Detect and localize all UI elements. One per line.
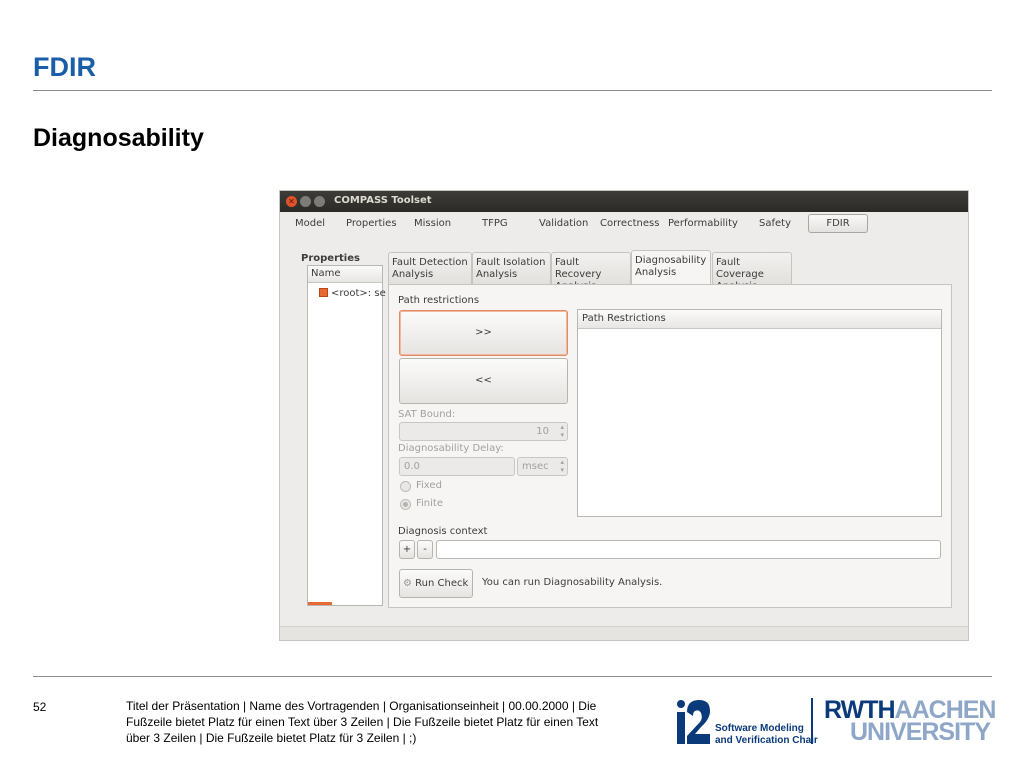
compass-window: ✕ COMPASS Toolset Model Properties Missi… — [279, 190, 969, 641]
diagnosability-delay-label: Diagnosability Delay: — [398, 443, 504, 454]
menu-model[interactable]: Model — [295, 218, 325, 229]
slide-title: FDIR — [33, 52, 96, 82]
menu-tfpg[interactable]: TFPG — [482, 218, 508, 229]
checkbox-icon[interactable] — [319, 288, 328, 297]
tab-fault-recovery[interactable]: Fault Recovery Analysis — [551, 252, 631, 292]
tab-label: Analysis — [635, 267, 677, 278]
tab-label: Fault Recovery — [555, 257, 602, 280]
tab-diagnosability[interactable]: Diagnosability Analysis — [631, 250, 711, 286]
delay-input[interactable]: 0.0 — [399, 457, 515, 476]
radio-fixed[interactable] — [400, 481, 411, 492]
page-number: 52 — [33, 700, 47, 714]
chair-logo-line2: and Verification Chair — [715, 735, 818, 746]
sat-bound-value: 10 — [536, 426, 549, 437]
delay-unit-select[interactable]: msec ▴ ▾ — [517, 457, 568, 476]
gears-icon: ⚙ — [403, 578, 412, 589]
window-title: COMPASS Toolset — [334, 195, 432, 206]
i2-logo-icon — [677, 700, 710, 744]
properties-column-header[interactable]: Name — [308, 266, 382, 283]
menu-mission[interactable]: Mission — [414, 218, 451, 229]
tab-fault-coverage[interactable]: Fault Coverage Analysis — [712, 252, 792, 292]
add-context-button[interactable]: + — [399, 540, 415, 559]
diagnosis-context-input[interactable] — [436, 540, 941, 559]
menu-safety[interactable]: Safety — [759, 218, 791, 229]
remove-context-button[interactable]: - — [417, 540, 433, 559]
slide-subtitle: Diagnosability — [33, 124, 204, 152]
horizontal-scrollbar[interactable] — [308, 602, 332, 605]
delay-unit-value: msec — [522, 461, 549, 472]
run-check-label: Run Check — [415, 578, 469, 589]
properties-row[interactable]: <root>: se — [319, 288, 386, 299]
menu-correctness[interactable]: Correctness — [600, 218, 659, 229]
properties-tree[interactable]: Name <root>: se — [307, 265, 386, 606]
remove-restriction-button[interactable]: << — [399, 358, 568, 404]
tab-label: Diagnosability — [635, 255, 707, 266]
footer-divider — [33, 676, 992, 677]
footer-text: Titel der Präsentation | Name des Vortra… — [126, 699, 599, 745]
tab-label: Fault Detection — [392, 257, 468, 268]
path-restrictions-header[interactable]: Path Restrictions — [578, 310, 941, 329]
window-titlebar[interactable]: ✕ COMPASS Toolset — [280, 191, 968, 212]
tab-label: Fault Coverage — [716, 257, 764, 280]
tab-fault-detection[interactable]: Fault Detection Analysis — [388, 252, 472, 285]
spinner-arrows-icon[interactable]: ▴ ▾ — [560, 458, 564, 474]
spinner-arrows-icon[interactable]: ▴ ▾ — [560, 423, 564, 439]
sat-bound-spinner[interactable]: 10 ▴ ▾ — [399, 422, 568, 441]
menu-fdir[interactable]: FDIR — [808, 214, 868, 233]
chair-logo: Software Modeling and Verification Chair — [673, 698, 818, 746]
tab-fault-isolation[interactable]: Fault Isolation Analysis — [472, 252, 551, 285]
rwth-logo-university: UNIVERSITY — [849, 718, 991, 746]
properties-row-label: <root>: se — [331, 288, 386, 299]
run-check-button[interactable]: ⚙ Run Check — [399, 569, 473, 598]
window-statusbar — [280, 626, 968, 640]
logo-separator — [811, 698, 813, 744]
tab-label: Fault Isolation — [476, 257, 546, 268]
path-restrictions-list[interactable]: Path Restrictions — [577, 309, 942, 517]
status-message: You can run Diagnosability Analysis. — [482, 577, 663, 588]
radio-fixed-label: Fixed — [416, 480, 442, 491]
menu-validation[interactable]: Validation — [539, 218, 588, 229]
window-close-icon[interactable]: ✕ — [286, 196, 297, 207]
rwth-logo: RWTHAACHEN UNIVERSITY — [824, 698, 996, 746]
chair-logo-line1: Software Modeling — [715, 723, 804, 734]
tab-label: Analysis — [392, 269, 434, 280]
sat-bound-label: SAT Bound: — [398, 409, 456, 420]
path-restrictions-label: Path restrictions — [398, 295, 480, 306]
window-minimize-icon[interactable] — [300, 196, 311, 207]
radio-finite-label: Finite — [416, 498, 443, 509]
properties-label: Properties — [301, 253, 360, 264]
title-divider — [33, 90, 992, 91]
menu-performability[interactable]: Performability — [668, 218, 738, 229]
menu-properties[interactable]: Properties — [346, 218, 397, 229]
radio-finite[interactable] — [400, 499, 411, 510]
add-restriction-button[interactable]: >> — [399, 310, 568, 356]
diagnosis-context-label: Diagnosis context — [398, 526, 488, 537]
window-maximize-icon[interactable] — [314, 196, 325, 207]
tab-label: Analysis — [476, 269, 518, 280]
